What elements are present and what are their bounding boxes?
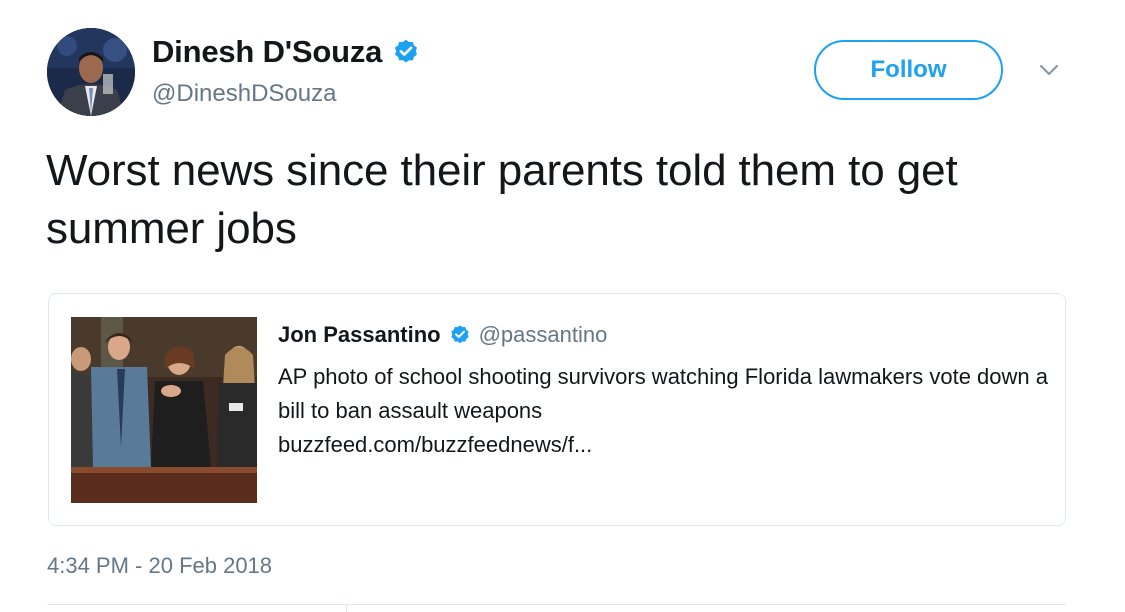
divider-tick	[346, 604, 347, 612]
author-handle[interactable]: @DineshDSouza	[152, 80, 336, 108]
author-name[interactable]: Dinesh D'Souza	[152, 34, 382, 70]
quoted-tweet-image[interactable]	[71, 317, 257, 503]
avatar[interactable]	[47, 28, 135, 116]
avatar-photo	[47, 28, 135, 116]
verified-badge-icon	[395, 39, 418, 63]
quoted-tweet-card[interactable]: Jon Passantino @passantino AP photo of s…	[48, 293, 1066, 526]
verified-badge-icon	[450, 325, 469, 344]
divider	[47, 604, 1066, 605]
quoted-author-handle[interactable]: @passantino	[479, 322, 608, 348]
tweet-text: Worst news since their parents told them…	[46, 146, 958, 253]
author-name-row: Dinesh D'Souza	[152, 34, 420, 70]
tweet-timestamp[interactable]: 4:34 PM - 20 Feb 2018	[47, 553, 272, 579]
quoted-tweet-header: Jon Passantino @passantino	[278, 322, 607, 348]
follow-button[interactable]: Follow	[814, 40, 1003, 100]
chevron-down-icon[interactable]	[1036, 60, 1062, 80]
quoted-tweet-text: AP photo of school shooting survivors wa…	[278, 364, 1048, 423]
quoted-tweet-photo	[71, 317, 257, 503]
quoted-author-name[interactable]: Jon Passantino	[278, 322, 441, 348]
quoted-tweet-body: AP photo of school shooting survivors wa…	[278, 360, 1048, 462]
quoted-tweet-link[interactable]: buzzfeed.com/buzzfeednews/f...	[278, 428, 1048, 462]
